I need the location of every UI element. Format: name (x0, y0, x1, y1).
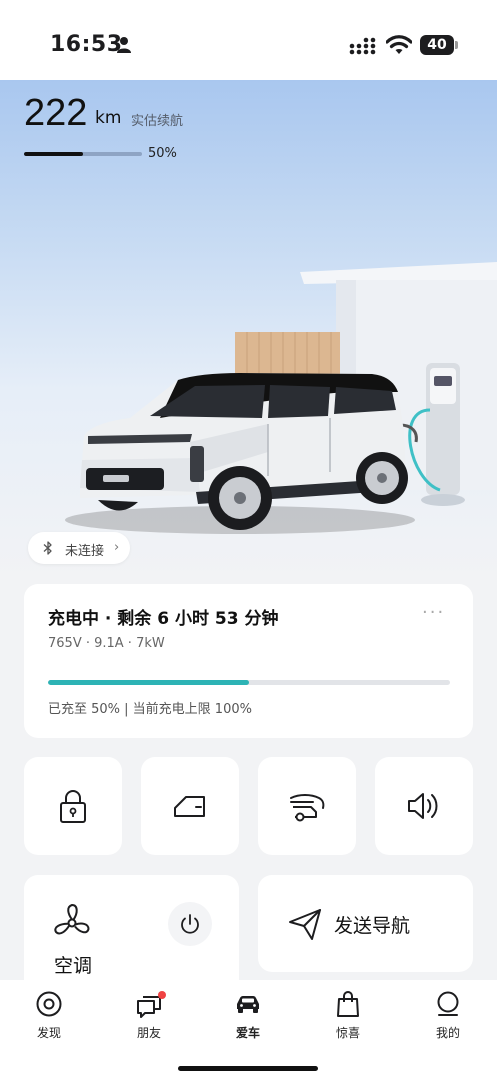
tab-my-car[interactable]: 爱车 (218, 990, 278, 1050)
bluetooth-icon (43, 541, 52, 555)
range-unit: km (95, 108, 122, 128)
charging-limit-text: 已充至 50% | 当前充电上限 100% (48, 702, 252, 717)
vehicle-hero: 222 km 实估续航 50% 未连接 › (0, 80, 497, 580)
battery-percent: 50% (148, 146, 177, 161)
ac-card[interactable]: 空调 (24, 875, 239, 995)
tab-profile-label: 我的 (435, 1026, 460, 1040)
charging-progress-fill (48, 680, 249, 685)
charging-title: 充电中 · 剩余 6 小时 53 分钟 (48, 609, 279, 629)
lock-button[interactable] (24, 757, 122, 855)
range-label: 实估续航 (131, 114, 184, 129)
wifi-icon (386, 35, 412, 54)
status-time: 16:53 (50, 32, 123, 57)
status-bar: 16:53 40 (0, 0, 497, 80)
signal-icon (349, 37, 376, 55)
fan-icon (54, 904, 90, 935)
tab-profile[interactable]: 我的 (418, 990, 478, 1050)
bluetooth-status-button[interactable]: 未连接 › (28, 532, 130, 564)
power-icon (181, 914, 199, 934)
battery-level-fill (24, 152, 83, 156)
tab-discover-label: 发现 (36, 1026, 61, 1040)
send-navigation-label: 发送导航 (334, 915, 411, 937)
horn-button[interactable] (375, 757, 473, 855)
charging-status-card[interactable]: 充电中 · 剩余 6 小时 53 分钟 ··· 765V · 9.1A · 7k… (24, 584, 473, 738)
range-value: 222 (24, 92, 88, 134)
chevron-right-icon: › (114, 540, 120, 555)
lock-icon (60, 790, 86, 823)
person-icon (117, 37, 131, 53)
car-icon (237, 996, 259, 1013)
tab-friends-label: 朋友 (136, 1026, 161, 1040)
tab-bar: 发现 朋友 爱车 惊喜 我的 (0, 980, 497, 1080)
charging-details: 765V · 9.1A · 7kW (48, 636, 165, 651)
tab-friends[interactable]: 朋友 (119, 990, 179, 1050)
ac-power-button[interactable] (168, 902, 212, 946)
battery-level: 40 (420, 35, 454, 55)
speaker-icon (408, 793, 438, 819)
charging-progress-bar (48, 680, 450, 685)
trunk-button[interactable] (258, 757, 356, 855)
send-navigation-button[interactable]: 发送导航 (258, 875, 473, 972)
ac-label: 空调 (54, 955, 93, 977)
shopping-bag-icon (337, 991, 359, 1017)
notification-badge (158, 991, 166, 999)
tab-surprise[interactable]: 惊喜 (318, 990, 378, 1050)
home-indicator[interactable] (178, 1066, 318, 1071)
tab-my-car-label: 爱车 (235, 1026, 260, 1040)
profile-icon (437, 991, 459, 1016)
tab-discover[interactable]: 发现 (19, 990, 79, 1050)
discover-icon (36, 991, 62, 1017)
battery-icon: 40 (420, 35, 458, 55)
send-navigation-icon (289, 909, 321, 940)
battery-level-bar (24, 152, 142, 156)
trunk-icon (290, 794, 325, 822)
car-door-icon (174, 796, 205, 817)
more-options-icon[interactable]: ··· (422, 602, 445, 623)
bluetooth-status-label: 未连接 (65, 544, 105, 559)
door-button[interactable] (141, 757, 239, 855)
vehicle-image[interactable] (0, 170, 497, 550)
tab-surprise-label: 惊喜 (335, 1026, 360, 1040)
